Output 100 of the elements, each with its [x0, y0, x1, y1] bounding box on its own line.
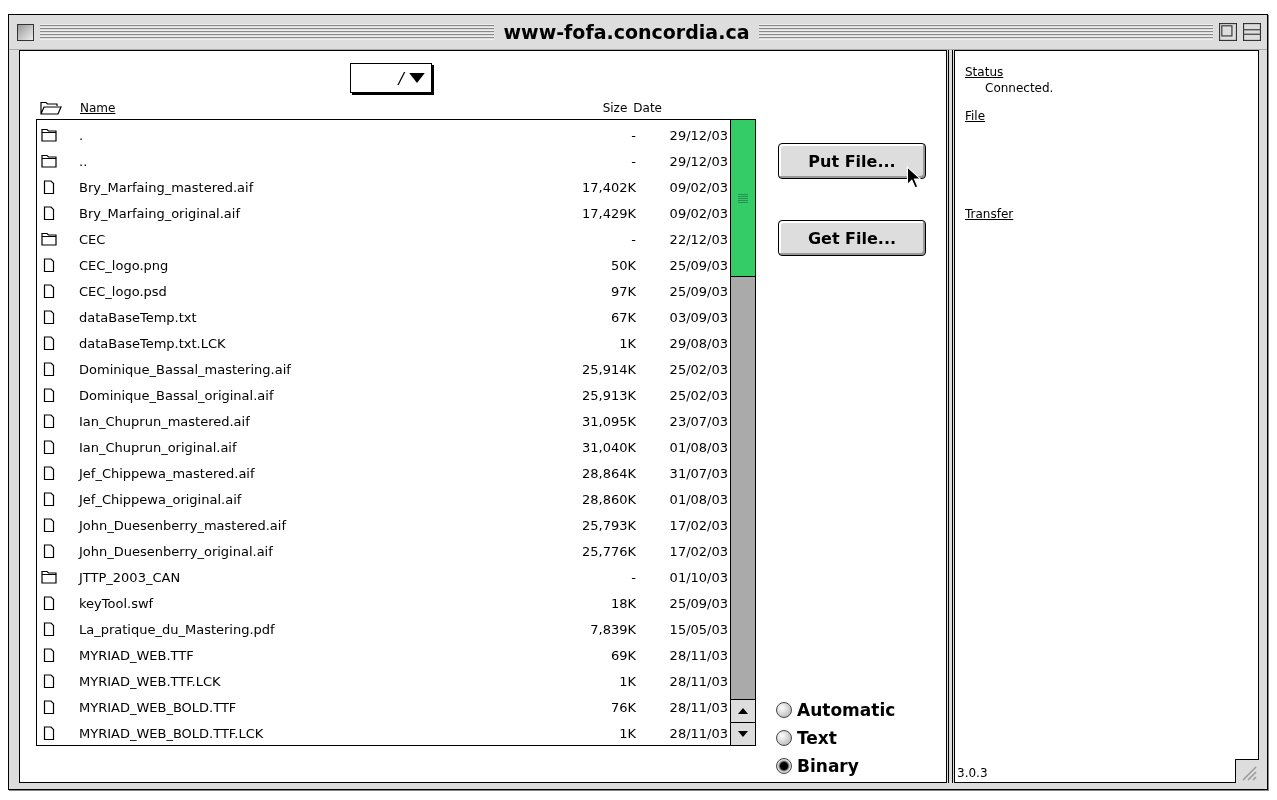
- file-date: 09/02/03: [668, 179, 729, 195]
- file-name[interactable]: keyTool.swf: [79, 595, 611, 611]
- file-name[interactable]: MYRIAD_WEB_BOLD.TTF.LCK: [79, 725, 620, 741]
- document-icon: [41, 336, 57, 350]
- radio-label[interactable]: Automatic: [797, 699, 896, 720]
- file-name[interactable]: ..: [79, 153, 632, 169]
- document-icon: [41, 492, 57, 506]
- file-date: 09/02/03: [668, 205, 729, 221]
- folder-icon: [41, 128, 57, 142]
- file-date: 01/10/03: [668, 569, 729, 585]
- file-name[interactable]: Jef_Chippewa_mastered.aif: [79, 465, 582, 481]
- file-name[interactable]: La_pratique_du_Mastering.pdf: [79, 621, 591, 637]
- file-size: 28,864K: [582, 465, 636, 481]
- document-icon: [41, 466, 57, 480]
- file-size: 67K: [610, 309, 636, 325]
- name-column-header[interactable]: Name: [80, 101, 116, 115]
- scrollbar[interactable]: [730, 120, 755, 745]
- file-size: 31,095K: [582, 413, 636, 429]
- file-name[interactable]: JTTP_2003_CAN: [79, 569, 632, 585]
- file-name[interactable]: John_Duesenberry_mastered.aif: [79, 517, 582, 533]
- file-name[interactable]: John_Duesenberry_original.aif: [79, 543, 582, 559]
- file-name[interactable]: MYRIAD_WEB.TTF.LCK: [79, 673, 620, 689]
- radio-button[interactable]: [776, 729, 792, 746]
- transfer-label: Transfer: [965, 207, 1014, 221]
- file-name[interactable]: Dominique_Bassal_original.aif: [79, 387, 582, 403]
- radio-label[interactable]: Binary: [797, 755, 859, 776]
- collapse-box-icon[interactable]: [1243, 23, 1261, 41]
- file-date: 28/11/03: [668, 673, 729, 689]
- scroll-thumb[interactable]: [731, 120, 755, 277]
- path-menu[interactable]: /: [350, 63, 432, 93]
- version-text: 3.0.3: [957, 766, 988, 780]
- document-icon: [41, 700, 57, 714]
- document-icon: [41, 518, 57, 532]
- file-name[interactable]: Dominique_Bassal_mastering.aif: [79, 361, 582, 377]
- document-icon: [41, 258, 57, 272]
- file-size: 31,040K: [582, 439, 636, 455]
- radio-button[interactable]: [776, 701, 792, 718]
- caret-icon: [409, 73, 425, 83]
- size-column-header: Size: [602, 101, 628, 115]
- date-column-header: Date: [633, 101, 662, 115]
- file-date: 28/11/03: [668, 699, 729, 715]
- file-name[interactable]: MYRIAD_WEB_BOLD.TTF: [79, 699, 611, 715]
- file-name[interactable]: CEC: [79, 231, 632, 247]
- file-size: 25,914K: [582, 361, 636, 377]
- file-size: 25,793K: [582, 517, 636, 533]
- file-size: -: [631, 569, 636, 585]
- document-icon: [41, 284, 57, 298]
- file-name[interactable]: Ian_Chuprun_mastered.aif: [79, 413, 582, 429]
- file-date: 01/08/03: [668, 491, 729, 507]
- file-date: 25/09/03: [668, 595, 729, 611]
- zoom-box-icon[interactable]: [1219, 23, 1237, 41]
- file-size: 17,402K: [582, 179, 636, 195]
- file-name[interactable]: Bry_Marfaing_original.aif: [79, 205, 582, 221]
- file-size: 97K: [610, 283, 636, 299]
- file-size: -: [631, 231, 636, 247]
- title-bar-stripes[interactable]: [40, 24, 494, 40]
- file-date: 15/05/03: [668, 621, 729, 637]
- file-name[interactable]: CEC_logo.psd: [79, 283, 611, 299]
- file-name[interactable]: dataBaseTemp.txt.LCK: [79, 335, 620, 351]
- file-size: 25,913K: [582, 387, 636, 403]
- document-icon: [41, 674, 57, 688]
- file-date: 25/09/03: [668, 283, 729, 299]
- file-size: 1K: [619, 673, 636, 689]
- file-name[interactable]: .: [79, 127, 632, 143]
- title-bar-stripes[interactable]: [759, 24, 1213, 40]
- file-transfer-button[interactable]: Put File...: [778, 143, 926, 179]
- radio-label[interactable]: Text: [797, 727, 837, 748]
- file-size: 76K: [610, 699, 636, 715]
- radio-button[interactable]: [776, 757, 792, 774]
- document-icon: [41, 596, 57, 610]
- file-label: File: [965, 109, 986, 123]
- window-title: www-fofa.concordia.ca: [502, 21, 751, 43]
- document-icon: [41, 310, 57, 324]
- document-icon: [41, 544, 57, 558]
- status-label: Status: [965, 65, 1004, 79]
- file-name[interactable]: Jef_Chippewa_original.aif: [79, 491, 582, 507]
- file-size: 50K: [610, 257, 636, 273]
- document-icon: [41, 622, 57, 636]
- file-size: 28,860K: [582, 491, 636, 507]
- file-size: 7,839K: [590, 621, 636, 637]
- close-box[interactable]: [17, 23, 34, 41]
- file-name[interactable]: dataBaseTemp.txt: [79, 309, 611, 325]
- file-transfer-button[interactable]: Get File...: [778, 220, 926, 256]
- file-size: 18K: [610, 595, 636, 611]
- folder-icon: [41, 570, 57, 584]
- file-date: 25/02/03: [668, 387, 729, 403]
- file-name[interactable]: Bry_Marfaing_mastered.aif: [79, 179, 582, 195]
- document-icon: [41, 648, 57, 662]
- file-name[interactable]: Ian_Chuprun_original.aif: [79, 439, 582, 455]
- document-icon: [41, 180, 57, 194]
- document-icon: [41, 414, 57, 428]
- file-name[interactable]: CEC_logo.png: [79, 257, 611, 273]
- file-size: 25,776K: [582, 543, 636, 559]
- file-name[interactable]: MYRIAD_WEB.TTF: [79, 647, 611, 663]
- document-icon: [41, 388, 57, 402]
- file-size: -: [631, 153, 636, 169]
- document-icon: [41, 726, 57, 740]
- file-date: 29/12/03: [668, 127, 729, 143]
- folder-icon: [41, 232, 57, 246]
- file-date: 22/12/03: [668, 231, 729, 247]
